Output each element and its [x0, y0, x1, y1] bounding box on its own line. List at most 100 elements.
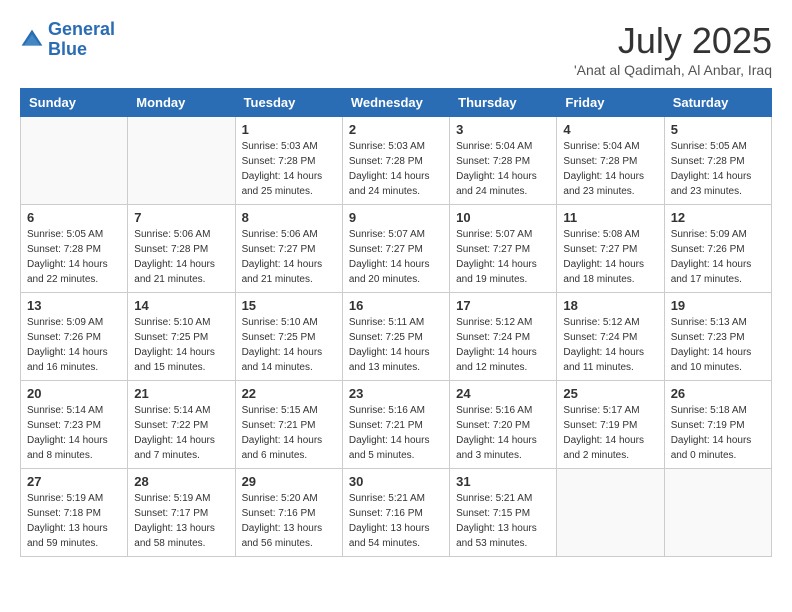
day-number: 31 — [456, 474, 550, 489]
calendar-cell: 22 Sunrise: 5:15 AM Sunset: 7:21 PM Dayli… — [235, 381, 342, 469]
day-info: Sunrise: 5:12 AM Sunset: 7:24 PM Dayligh… — [563, 315, 657, 375]
logo: General Blue — [20, 20, 115, 60]
day-number: 7 — [134, 210, 228, 225]
day-number: 15 — [242, 298, 336, 313]
day-number: 19 — [671, 298, 765, 313]
day-number: 22 — [242, 386, 336, 401]
day-number: 23 — [349, 386, 443, 401]
calendar-cell: 23 Sunrise: 5:16 AM Sunset: 7:21 PM Dayli… — [342, 381, 449, 469]
day-info: Sunrise: 5:19 AM Sunset: 7:18 PM Dayligh… — [27, 491, 121, 551]
calendar-cell: 15 Sunrise: 5:10 AM Sunset: 7:25 PM Dayli… — [235, 293, 342, 381]
page-header: General Blue July 2025 'Anat al Qadimah,… — [20, 20, 772, 78]
day-info: Sunrise: 5:10 AM Sunset: 7:25 PM Dayligh… — [134, 315, 228, 375]
day-number: 9 — [349, 210, 443, 225]
calendar-cell — [664, 469, 771, 557]
title-block: July 2025 'Anat al Qadimah, Al Anbar, Ir… — [574, 20, 772, 78]
day-info: Sunrise: 5:17 AM Sunset: 7:19 PM Dayligh… — [563, 403, 657, 463]
day-info: Sunrise: 5:16 AM Sunset: 7:20 PM Dayligh… — [456, 403, 550, 463]
logo-general: General — [48, 19, 115, 39]
day-info: Sunrise: 5:03 AM Sunset: 7:28 PM Dayligh… — [242, 139, 336, 199]
day-info: Sunrise: 5:21 AM Sunset: 7:15 PM Dayligh… — [456, 491, 550, 551]
day-number: 14 — [134, 298, 228, 313]
day-number: 10 — [456, 210, 550, 225]
calendar-cell: 27Sunrise: 5:19 AM Sunset: 7:18 PM Dayli… — [21, 469, 128, 557]
day-number: 26 — [671, 386, 765, 401]
day-info: Sunrise: 5:07 AM Sunset: 7:27 PM Dayligh… — [456, 227, 550, 287]
calendar-cell — [128, 117, 235, 205]
day-number: 20 — [27, 386, 121, 401]
day-info: Sunrise: 5:20 AM Sunset: 7:16 PM Dayligh… — [242, 491, 336, 551]
day-number: 11 — [563, 210, 657, 225]
day-info: Sunrise: 5:10 AM Sunset: 7:25 PM Dayligh… — [242, 315, 336, 375]
day-number: 18 — [563, 298, 657, 313]
day-number: 2 — [349, 122, 443, 137]
calendar-cell: 5 Sunrise: 5:05 AM Sunset: 7:28 PM Daylig… — [664, 117, 771, 205]
day-info: Sunrise: 5:12 AM Sunset: 7:24 PM Dayligh… — [456, 315, 550, 375]
calendar: SundayMondayTuesdayWednesdayThursdayFrid… — [20, 88, 772, 557]
day-number: 3 — [456, 122, 550, 137]
calendar-cell: 4 Sunrise: 5:04 AM Sunset: 7:28 PM Daylig… — [557, 117, 664, 205]
calendar-cell: 11 Sunrise: 5:08 AM Sunset: 7:27 PM Dayli… — [557, 205, 664, 293]
calendar-cell: 25 Sunrise: 5:17 AM Sunset: 7:19 PM Dayli… — [557, 381, 664, 469]
calendar-cell: 12 Sunrise: 5:09 AM Sunset: 7:26 PM Dayli… — [664, 205, 771, 293]
day-info: Sunrise: 5:19 AM Sunset: 7:17 PM Dayligh… — [134, 491, 228, 551]
weekday-header: Monday — [128, 89, 235, 117]
calendar-cell: 26 Sunrise: 5:18 AM Sunset: 7:19 PM Dayli… — [664, 381, 771, 469]
day-info: Sunrise: 5:14 AM Sunset: 7:23 PM Dayligh… — [27, 403, 121, 463]
location-title: 'Anat al Qadimah, Al Anbar, Iraq — [574, 62, 772, 78]
day-number: 1 — [242, 122, 336, 137]
day-info: Sunrise: 5:06 AM Sunset: 7:27 PM Dayligh… — [242, 227, 336, 287]
weekday-header: Tuesday — [235, 89, 342, 117]
calendar-cell — [557, 469, 664, 557]
day-info: Sunrise: 5:07 AM Sunset: 7:27 PM Dayligh… — [349, 227, 443, 287]
day-number: 13 — [27, 298, 121, 313]
day-info: Sunrise: 5:04 AM Sunset: 7:28 PM Dayligh… — [456, 139, 550, 199]
calendar-cell: 19 Sunrise: 5:13 AM Sunset: 7:23 PM Dayli… — [664, 293, 771, 381]
day-info: Sunrise: 5:03 AM Sunset: 7:28 PM Dayligh… — [349, 139, 443, 199]
weekday-header: Friday — [557, 89, 664, 117]
calendar-cell: 6 Sunrise: 5:05 AM Sunset: 7:28 PM Daylig… — [21, 205, 128, 293]
calendar-cell: 31 Sunrise: 5:21 AM Sunset: 7:15 PM Dayli… — [450, 469, 557, 557]
day-info: Sunrise: 5:16 AM Sunset: 7:21 PM Dayligh… — [349, 403, 443, 463]
logo-icon — [20, 28, 44, 52]
weekday-header: Sunday — [21, 89, 128, 117]
day-info: Sunrise: 5:08 AM Sunset: 7:27 PM Dayligh… — [563, 227, 657, 287]
calendar-cell: 8Sunrise: 5:06 AM Sunset: 7:27 PM Daylig… — [235, 205, 342, 293]
day-number: 12 — [671, 210, 765, 225]
day-number: 5 — [671, 122, 765, 137]
day-info: Sunrise: 5:15 AM Sunset: 7:21 PM Dayligh… — [242, 403, 336, 463]
day-info: Sunrise: 5:14 AM Sunset: 7:22 PM Dayligh… — [134, 403, 228, 463]
calendar-cell: 3 Sunrise: 5:04 AM Sunset: 7:28 PM Daylig… — [450, 117, 557, 205]
calendar-week-row: 13 Sunrise: 5:09 AM Sunset: 7:26 PM Dayli… — [21, 293, 772, 381]
day-number: 4 — [563, 122, 657, 137]
day-info: Sunrise: 5:09 AM Sunset: 7:26 PM Dayligh… — [671, 227, 765, 287]
calendar-cell: 13 Sunrise: 5:09 AM Sunset: 7:26 PM Dayli… — [21, 293, 128, 381]
calendar-cell: 24 Sunrise: 5:16 AM Sunset: 7:20 PM Dayli… — [450, 381, 557, 469]
day-info: Sunrise: 5:09 AM Sunset: 7:26 PM Dayligh… — [27, 315, 121, 375]
day-number: 21 — [134, 386, 228, 401]
calendar-header-row: SundayMondayTuesdayWednesdayThursdayFrid… — [21, 89, 772, 117]
day-number: 28 — [134, 474, 228, 489]
weekday-header: Thursday — [450, 89, 557, 117]
day-number: 25 — [563, 386, 657, 401]
calendar-cell: 1 Sunrise: 5:03 AM Sunset: 7:28 PM Daylig… — [235, 117, 342, 205]
calendar-week-row: 6 Sunrise: 5:05 AM Sunset: 7:28 PM Daylig… — [21, 205, 772, 293]
calendar-week-row: 1 Sunrise: 5:03 AM Sunset: 7:28 PM Daylig… — [21, 117, 772, 205]
calendar-cell: 9 Sunrise: 5:07 AM Sunset: 7:27 PM Daylig… — [342, 205, 449, 293]
calendar-week-row: 27Sunrise: 5:19 AM Sunset: 7:18 PM Dayli… — [21, 469, 772, 557]
day-number: 6 — [27, 210, 121, 225]
weekday-header: Saturday — [664, 89, 771, 117]
weekday-header: Wednesday — [342, 89, 449, 117]
calendar-cell: 2 Sunrise: 5:03 AM Sunset: 7:28 PM Daylig… — [342, 117, 449, 205]
calendar-cell: 29Sunrise: 5:20 AM Sunset: 7:16 PM Dayli… — [235, 469, 342, 557]
day-info: Sunrise: 5:04 AM Sunset: 7:28 PM Dayligh… — [563, 139, 657, 199]
day-number: 24 — [456, 386, 550, 401]
day-number: 30 — [349, 474, 443, 489]
logo-blue: Blue — [48, 39, 87, 59]
day-info: Sunrise: 5:05 AM Sunset: 7:28 PM Dayligh… — [27, 227, 121, 287]
logo-text: General Blue — [48, 20, 115, 60]
day-info: Sunrise: 5:18 AM Sunset: 7:19 PM Dayligh… — [671, 403, 765, 463]
calendar-cell: 14 Sunrise: 5:10 AM Sunset: 7:25 PM Dayli… — [128, 293, 235, 381]
day-info: Sunrise: 5:05 AM Sunset: 7:28 PM Dayligh… — [671, 139, 765, 199]
day-info: Sunrise: 5:13 AM Sunset: 7:23 PM Dayligh… — [671, 315, 765, 375]
